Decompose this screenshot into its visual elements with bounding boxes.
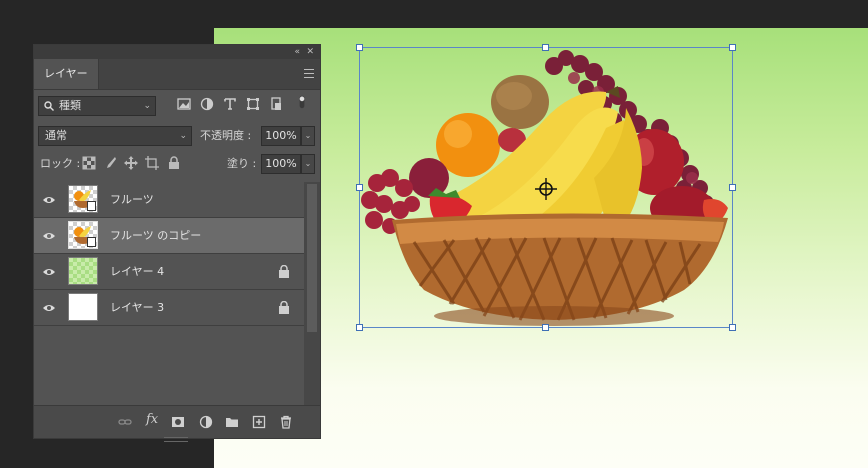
fx-icon[interactable]: fx: [146, 412, 158, 427]
lock-all-icon[interactable]: [167, 156, 181, 170]
layer-thumbnail[interactable]: [68, 185, 98, 213]
opacity-label: 不透明度 :: [200, 129, 252, 142]
transform-handle-middle-left[interactable]: [356, 184, 363, 191]
layer-name[interactable]: フルーツ のコピー: [110, 218, 201, 254]
transform-handle-bottom-center[interactable]: [542, 324, 549, 331]
chevron-down-icon: ⌄: [179, 131, 187, 141]
lock-transparent-pixels-icon[interactable]: [82, 156, 96, 170]
visibility-eye-icon[interactable]: [42, 301, 56, 315]
blend-mode-value: 通常: [45, 129, 67, 142]
filter-toggle-icon[interactable]: [295, 95, 309, 109]
visibility-eye-icon[interactable]: [42, 193, 56, 207]
layer-thumbnail[interactable]: [68, 221, 98, 249]
transform-handle-bottom-right[interactable]: [729, 324, 736, 331]
layer-name[interactable]: フルーツ: [110, 182, 154, 218]
layer-lock-icon[interactable]: [278, 265, 290, 278]
smart-object-badge-icon: [87, 201, 96, 211]
tab-layers[interactable]: レイヤー: [34, 59, 99, 89]
scrollbar-thumb[interactable]: [307, 184, 317, 332]
opacity-input[interactable]: 100%: [261, 126, 301, 146]
transform-handle-middle-right[interactable]: [729, 184, 736, 191]
mask-icon[interactable]: [171, 415, 185, 429]
lock-image-pixels-icon[interactable]: [103, 156, 117, 170]
filter-kind-select[interactable]: 種類 ⌄: [38, 96, 156, 116]
visibility-eye-icon[interactable]: [42, 265, 56, 279]
lock-position-icon[interactable]: [124, 156, 138, 170]
chevron-down-icon: ⌄: [143, 101, 151, 111]
filter-pixel-icon[interactable]: [177, 97, 191, 111]
layers-scrollbar[interactable]: [304, 182, 320, 408]
filter-row: 種類 ⌄: [34, 95, 320, 117]
layer-name[interactable]: レイヤー 3: [110, 290, 164, 326]
blend-row: 通常 ⌄ 不透明度 : 100% ⌄: [34, 125, 320, 147]
filter-kind-label: 種類: [59, 99, 81, 112]
layers-panel: « ✕ レイヤー 種類 ⌄ 通常 ⌄ 不透明度 : 100% ⌄ ロック: 塗…: [33, 44, 321, 442]
layer-lock-icon[interactable]: [278, 301, 290, 314]
layers-bottom-toolbar: fx: [34, 405, 320, 442]
panel-menu-icon[interactable]: [304, 69, 314, 78]
search-icon: [44, 101, 54, 111]
resize-grip[interactable]: [164, 437, 188, 442]
collapse-panel-icon[interactable]: «: [294, 46, 300, 58]
filter-type-icon[interactable]: [223, 97, 237, 111]
adjustment-icon[interactable]: [199, 415, 213, 429]
transform-handle-bottom-left[interactable]: [356, 324, 363, 331]
layer-row[interactable]: レイヤー 4: [34, 254, 304, 290]
layer-row-selected[interactable]: フルーツ のコピー: [34, 218, 304, 254]
filter-shape-icon[interactable]: [246, 97, 260, 111]
transform-handle-top-center[interactable]: [542, 44, 549, 51]
layer-row[interactable]: レイヤー 3: [34, 290, 304, 326]
filter-smart-object-icon[interactable]: [269, 97, 283, 111]
new-layer-icon[interactable]: [252, 415, 266, 429]
blend-mode-select[interactable]: 通常 ⌄: [38, 126, 192, 146]
transform-handle-top-left[interactable]: [356, 44, 363, 51]
visibility-eye-icon[interactable]: [42, 229, 56, 243]
fill-input[interactable]: 100%: [261, 154, 301, 174]
panel-title-bar[interactable]: « ✕: [34, 45, 320, 59]
panel-tab-bar: レイヤー: [34, 59, 320, 90]
lock-artboard-icon[interactable]: [145, 156, 159, 170]
close-panel-icon[interactable]: ✕: [306, 46, 314, 58]
link-icon[interactable]: [118, 415, 132, 429]
filter-adjustment-icon[interactable]: [200, 97, 214, 111]
opacity-slider-toggle[interactable]: ⌄: [301, 126, 315, 146]
transform-handle-top-right[interactable]: [729, 44, 736, 51]
reference-point-icon[interactable]: [535, 178, 557, 200]
layer-row[interactable]: フルーツ: [34, 182, 304, 218]
smart-object-badge-icon: [87, 237, 96, 247]
layer-thumbnail[interactable]: [68, 257, 98, 285]
lock-label: ロック :: [40, 157, 81, 170]
lock-row: ロック : 塗り : 100% ⌄: [34, 153, 320, 175]
fill-slider-toggle[interactable]: ⌄: [301, 154, 315, 174]
trash-icon[interactable]: [279, 415, 293, 429]
layer-thumbnail[interactable]: [68, 293, 98, 321]
folder-icon[interactable]: [225, 415, 239, 429]
layer-name[interactable]: レイヤー 4: [110, 254, 164, 290]
fill-label: 塗り :: [227, 157, 257, 170]
